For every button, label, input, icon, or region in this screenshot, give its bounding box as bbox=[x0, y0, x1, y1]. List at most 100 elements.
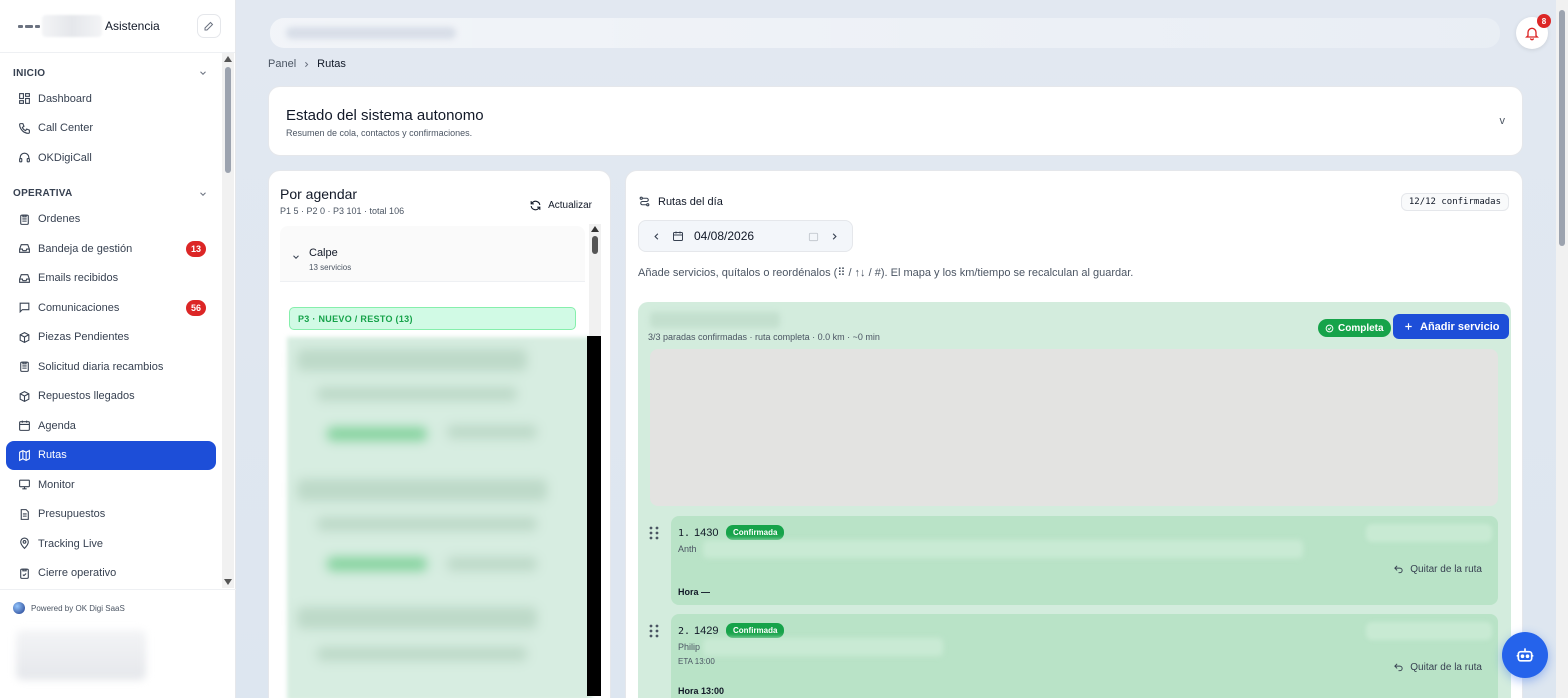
sidebar-item-agenda[interactable]: Agenda bbox=[0, 411, 222, 441]
sidebar-item-label: Presupuestos bbox=[38, 508, 106, 521]
status-subtitle: Resumen de cola, contactos y confirmacio… bbox=[286, 128, 473, 138]
chevron-right-icon[interactable] bbox=[829, 231, 840, 242]
sidebar-item-dashboard[interactable]: Dashboard bbox=[0, 84, 222, 114]
assistant-bot-button[interactable] bbox=[1502, 632, 1548, 678]
remove-stop-button[interactable]: Quitar de la ruta bbox=[1393, 662, 1482, 673]
sidebar-item-comunicaciones[interactable]: Comunicaciones 56 bbox=[0, 293, 222, 323]
sidebar-item-monitor[interactable]: Monitor bbox=[0, 470, 222, 500]
stop-address-redacted bbox=[703, 638, 943, 656]
stop-status-badge: Confirmada bbox=[726, 525, 785, 540]
sidebar-item-repuestos[interactable]: Repuestos llegados bbox=[0, 382, 222, 412]
breadcrumb-root[interactable]: Panel bbox=[268, 58, 296, 70]
scroll-up-arrow[interactable] bbox=[224, 56, 232, 62]
route-stop[interactable]: 1. 1430 Confirmada Anth Quitar de la ruta… bbox=[649, 516, 1498, 605]
user-profile-redacted[interactable] bbox=[16, 630, 146, 680]
stop-index: 2. bbox=[678, 626, 691, 637]
group-name: Calpe bbox=[309, 247, 338, 259]
calendar-picker-icon[interactable] bbox=[808, 231, 819, 242]
route-card: 3/3 paradas confirmadas · ruta completa … bbox=[638, 302, 1511, 698]
breadcrumb-current: Rutas bbox=[317, 58, 346, 70]
edit-brand-button[interactable] bbox=[197, 14, 221, 38]
document-icon bbox=[17, 507, 31, 521]
sidebar-item-tracking[interactable]: Tracking Live bbox=[0, 529, 222, 559]
sidebar-item-ordenes[interactable]: Ordenes bbox=[0, 205, 222, 235]
sidebar-item-bandeja[interactable]: Bandeja de gestión 13 bbox=[0, 234, 222, 264]
sidebar-item-okdigicall[interactable]: OKDigiCall bbox=[0, 143, 222, 173]
notification-count-badge: 8 bbox=[1537, 14, 1551, 28]
robot-icon bbox=[1516, 648, 1534, 662]
add-service-label: Añadir servicio bbox=[1420, 320, 1500, 333]
schedule-scrollbar[interactable] bbox=[589, 224, 601, 336]
stop-number: 2. 1429 bbox=[678, 625, 719, 637]
system-status-panel[interactable]: Estado del sistema autonomo Resumen de c… bbox=[268, 86, 1523, 156]
scrollbar-thumb[interactable] bbox=[225, 67, 231, 173]
sidebar-item-emails[interactable]: Emails recibidos bbox=[0, 264, 222, 294]
stop-address-redacted bbox=[703, 540, 1303, 558]
sidebar: Asistencia INICIO Dashboard Call Center … bbox=[0, 0, 236, 698]
sidebar-item-label: Rutas bbox=[38, 449, 67, 462]
sidebar-item-solicitud[interactable]: Solicitud diaria recambios bbox=[0, 352, 222, 382]
confirmed-count-pill: 12/12 confirmadas bbox=[1400, 193, 1509, 211]
section-inicio[interactable]: INICIO bbox=[0, 62, 222, 84]
sidebar-item-presupuestos[interactable]: Presupuestos bbox=[0, 500, 222, 530]
sidebar-item-label: OKDigiCall bbox=[38, 151, 92, 164]
route-map[interactable] bbox=[650, 349, 1498, 506]
group-calpe[interactable]: Calpe 13 servicios bbox=[280, 226, 585, 282]
date-picker[interactable]: 04/08/2026 bbox=[638, 220, 853, 252]
sidebar-item-label: Cierre operativo bbox=[38, 567, 117, 580]
sidebar-scrollbar[interactable] bbox=[222, 53, 234, 588]
drag-handle-icon[interactable] bbox=[649, 624, 659, 638]
scroll-down-arrow[interactable] bbox=[224, 579, 232, 585]
inbox-icon bbox=[17, 242, 31, 256]
schedule-panel: Por agendar P1 5 · P2 0 · P3 101 · total… bbox=[268, 170, 611, 698]
check-circle-icon bbox=[1325, 324, 1334, 332]
brand-logo bbox=[18, 22, 40, 30]
sidebar-item-rutas[interactable]: Rutas bbox=[6, 440, 216, 470]
route-name-redacted bbox=[650, 312, 780, 328]
add-service-button[interactable]: Añadir servicio bbox=[1393, 314, 1510, 339]
chevron-right-icon bbox=[305, 61, 309, 67]
powered-by-label: Powered by OK Digi SaaS bbox=[31, 603, 125, 613]
stop-controls-redacted[interactable] bbox=[1366, 622, 1492, 640]
undo-icon bbox=[1394, 663, 1403, 672]
route-stop[interactable]: 2. 1429 Confirmada Philip ETA 13:00 Quita… bbox=[649, 614, 1498, 698]
stop-time: Hora — bbox=[678, 587, 711, 597]
pencil-icon bbox=[204, 21, 214, 31]
priority-header: P3 · NUEVO / RESTO (13) bbox=[289, 307, 576, 330]
sidebar-item-cierre[interactable]: Cierre operativo bbox=[0, 559, 222, 589]
stop-eta: ETA 13:00 bbox=[678, 657, 715, 666]
scrollbar-thumb[interactable] bbox=[592, 236, 598, 254]
route-icon bbox=[639, 196, 650, 207]
chat-icon bbox=[17, 301, 31, 315]
routes-header: Rutas del día bbox=[638, 195, 723, 208]
service-list-redacted[interactable] bbox=[287, 337, 592, 698]
chevron-down-icon bbox=[293, 255, 299, 259]
page-scrollbar[interactable] bbox=[1556, 0, 1568, 698]
sidebar-item-label: Monitor bbox=[38, 478, 75, 491]
stop-status-badge: Confirmada bbox=[726, 623, 785, 638]
date-value[interactable]: 04/08/2026 bbox=[694, 229, 754, 243]
routes-help-note: Añade servicios, quítalos o reordénalos … bbox=[638, 267, 1134, 279]
sidebar-item-call-center[interactable]: Call Center bbox=[0, 114, 222, 144]
sidebar-nav: INICIO Dashboard Call Center OKDigiCall … bbox=[0, 53, 222, 588]
status-title: Estado del sistema autonomo bbox=[286, 107, 484, 124]
bell-icon bbox=[1525, 27, 1539, 41]
scrollbar-thumb[interactable] bbox=[1559, 10, 1565, 246]
stop-time: Hora 13:00 bbox=[678, 686, 725, 696]
clipboard-icon bbox=[17, 360, 31, 374]
main-content: 8 Panel Rutas Estado del sistema autonom… bbox=[236, 0, 1556, 698]
refresh-label: Actualizar bbox=[548, 200, 592, 211]
chevron-left-icon[interactable] bbox=[651, 231, 662, 242]
route-status-label: Completa bbox=[1338, 322, 1384, 334]
sidebar-item-piezas[interactable]: Piezas Pendientes bbox=[0, 323, 222, 353]
top-search-bar[interactable] bbox=[270, 18, 1500, 48]
drag-handle-icon[interactable] bbox=[649, 526, 659, 540]
remove-stop-button[interactable]: Quitar de la ruta bbox=[1393, 564, 1482, 575]
notifications-button[interactable]: 8 bbox=[1516, 14, 1551, 49]
status-toggle[interactable]: v bbox=[1500, 115, 1506, 127]
section-operativa[interactable]: OPERATIVA bbox=[0, 183, 222, 205]
inbox-icon bbox=[17, 271, 31, 285]
refresh-button[interactable]: Actualizar bbox=[529, 199, 592, 212]
scroll-up-arrow[interactable] bbox=[591, 226, 599, 232]
stop-controls-redacted[interactable] bbox=[1366, 524, 1492, 542]
